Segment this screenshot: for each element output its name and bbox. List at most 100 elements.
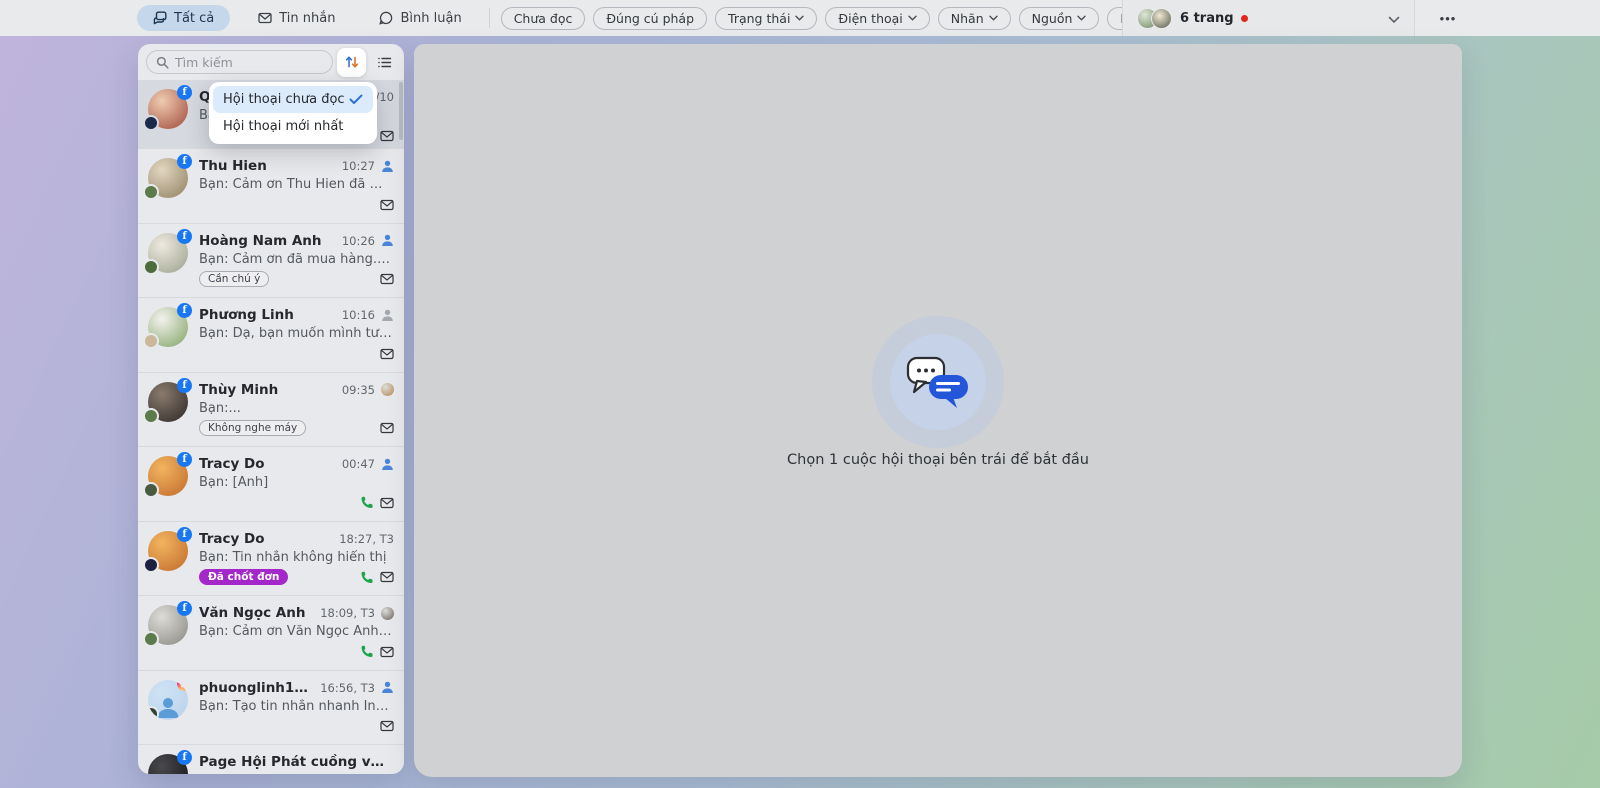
contact-name: Văn Ngọc Anh: [199, 605, 306, 621]
last-message-snippet: Bạn: [Ảnh]: [199, 475, 269, 490]
filter-label: Nhãn: [950, 10, 984, 26]
filter-dung-cu-phap[interactable]: Đúng cú pháp: [593, 6, 708, 30]
search-input[interactable]: [175, 54, 323, 70]
user-icon-blue: [381, 234, 394, 247]
filter-label: Chưa đọc: [513, 10, 573, 26]
conversation-list: f Qbo P 6/10 Bạn: c f Thu Hien 10:27: [138, 80, 404, 774]
tab-binh-luan[interactable]: Bình luận: [363, 5, 477, 31]
contact-avatar: f: [143, 85, 192, 131]
conversation-time: 18:27, T3: [339, 531, 394, 546]
comment-icon: [379, 11, 393, 25]
page-avatar-badge: [143, 258, 159, 275]
toolbar-divider: [488, 8, 490, 28]
conversation-item[interactable]: f Tracy Do 00:47 Bạn: [Ảnh]: [138, 446, 404, 521]
envelope-icon[interactable]: [380, 646, 394, 658]
filter-label: Điện thoại: [838, 10, 903, 26]
facebook-badge-icon: f: [177, 601, 192, 616]
phone-icon[interactable]: [360, 496, 373, 509]
more-options-button[interactable]: •••: [1424, 0, 1472, 36]
last-message-snippet: Bạn: Dạ, bạn muốn mình tư vấn mặt n...: [199, 326, 394, 341]
contact-name: Page Hội Phát cuồng vì Lú Mèo: [199, 754, 386, 770]
filter-chua-doc[interactable]: Chưa đọc: [500, 6, 586, 30]
filter-dien-thoai[interactable]: Điện thoại: [825, 6, 930, 30]
conversation-item[interactable]: f Tracy Do 18:27, T3 Bạn: Tin nhắn không…: [138, 520, 404, 596]
facebook-badge-icon: f: [177, 750, 192, 765]
envelope-icon[interactable]: [380, 571, 394, 583]
envelope-icon[interactable]: [380, 199, 394, 211]
channel-action-icons: [380, 273, 394, 285]
channel-action-icons: [380, 130, 394, 142]
envelope-icon[interactable]: [380, 497, 394, 509]
empty-state-halo: [872, 316, 1004, 448]
last-message-snippet: Bạn:...: [199, 400, 241, 416]
list-header: [138, 44, 404, 80]
conversation-time: 16:56, T3: [320, 680, 375, 695]
envelope-icon[interactable]: [380, 348, 394, 360]
channel-action-icons: [380, 720, 394, 732]
list-view-icon: [377, 56, 392, 69]
contact-name: Phương Linh: [199, 307, 294, 323]
contact-name: Tracy Do: [199, 530, 265, 547]
conversation-item[interactable]: f Thu Hien 10:27 Bạn: Cảm ơn Thu Hien đã…: [138, 148, 404, 223]
menu-item-label: Hội thoại chưa đọc: [223, 92, 345, 107]
user-icon-blue: [381, 160, 394, 173]
person-silhouette-icon: [155, 694, 181, 720]
workspace: { "topbar": { "tabs": [ {"id":"tat-ca","…: [0, 0, 1600, 788]
contact-avatar: f: [143, 377, 192, 424]
contact-name: Thùy Minh: [199, 381, 279, 398]
facebook-badge-icon: f: [177, 303, 192, 318]
caret-down-icon: [908, 15, 917, 21]
conversation-time: 00:47: [341, 457, 375, 471]
conversation-list-panel: f Qbo P 6/10 Bạn: c f Thu Hien 10:27: [138, 44, 404, 774]
sort-menu-item[interactable]: Hội thoại chưa đọc: [213, 86, 373, 113]
envelope-icon[interactable]: [380, 273, 394, 285]
conversation-item[interactable]: f Page Hội Phát cuồng vì Lú Mèo: [138, 744, 404, 774]
chat-tabs-icon: [153, 11, 167, 25]
facebook-badge-icon: f: [177, 85, 192, 100]
filter-nguon[interactable]: Nguồn: [1018, 6, 1100, 30]
contact-name: Hoàng Nam Anh: [199, 232, 322, 249]
facebook-badge-icon: f: [177, 154, 192, 169]
envelope-icon[interactable]: [380, 130, 394, 142]
channel-action-icons: [360, 645, 394, 658]
facebook-badge-icon: f: [177, 526, 192, 542]
filter-label: Đúng cú pháp: [606, 10, 695, 26]
contact-name: Tracy Do: [199, 456, 265, 472]
page-avatars: [1137, 7, 1172, 29]
last-message-snippet: Bạn: Tạo tin nhắn nhanh Instagram T...: [199, 698, 394, 714]
last-message-snippet: Bạn: Cảm ơn đã mua hàng. Bạn vui...: [199, 251, 394, 267]
filter-nhan[interactable]: Nhãn: [937, 6, 1011, 30]
user-icon-gray: [381, 309, 394, 322]
contact-avatar: f: [148, 750, 192, 774]
sort-menu-item[interactable]: Hội thoại mới nhất: [213, 113, 373, 140]
page-avatar-badge: [143, 333, 159, 349]
caret-down-icon: [988, 15, 998, 21]
page-avatar-badge: [143, 184, 159, 200]
page-avatar-badge: [143, 631, 159, 647]
conversation-time: 10:27: [341, 159, 375, 173]
view-options-button[interactable]: [370, 48, 399, 77]
conversation-item[interactable]: f Hoàng Nam Anh 10:26 Bạn: Cảm ơn đã mua…: [138, 222, 404, 298]
tab-tat-ca[interactable]: Tất cả: [137, 5, 231, 31]
check-icon: [349, 94, 363, 105]
phone-icon[interactable]: [360, 645, 373, 658]
envelope-icon[interactable]: [380, 422, 394, 434]
filter-trang-thai[interactable]: Trạng thái: [715, 6, 818, 30]
search-box[interactable]: [146, 50, 333, 74]
conversation-item[interactable]: phuonglinh120197 16:56, T3 Bạn: Tạo tin …: [138, 669, 404, 745]
sort-dropdown-menu: Hội thoại chưa đọc Hội thoại mới nhất: [209, 82, 377, 144]
caret-down-icon: [795, 15, 805, 21]
conversation-item[interactable]: f Văn Ngọc Anh 18:09, T3 Bạn: Cảm ơn Văn…: [138, 595, 404, 670]
phone-icon[interactable]: [360, 571, 373, 584]
conversation-item[interactable]: f Phương Linh 10:16 Bạn: Dạ, bạn muốn mì…: [138, 297, 404, 372]
contact-avatar: f: [143, 526, 192, 573]
envelope-icon[interactable]: [380, 720, 394, 732]
page-avatar-badge: [143, 482, 159, 498]
page-selector-dropdown[interactable]: 6 trang: [1122, 0, 1415, 36]
mini-avatar: [381, 606, 394, 620]
tab-tin-nhan[interactable]: Tin nhắn: [242, 5, 351, 31]
conversation-item[interactable]: f Thùy Minh 09:35 Bạn:... Không nghe máy: [138, 371, 404, 447]
mini-avatar: [381, 383, 394, 396]
sort-button[interactable]: [337, 47, 366, 77]
scrollbar[interactable]: [399, 82, 403, 140]
